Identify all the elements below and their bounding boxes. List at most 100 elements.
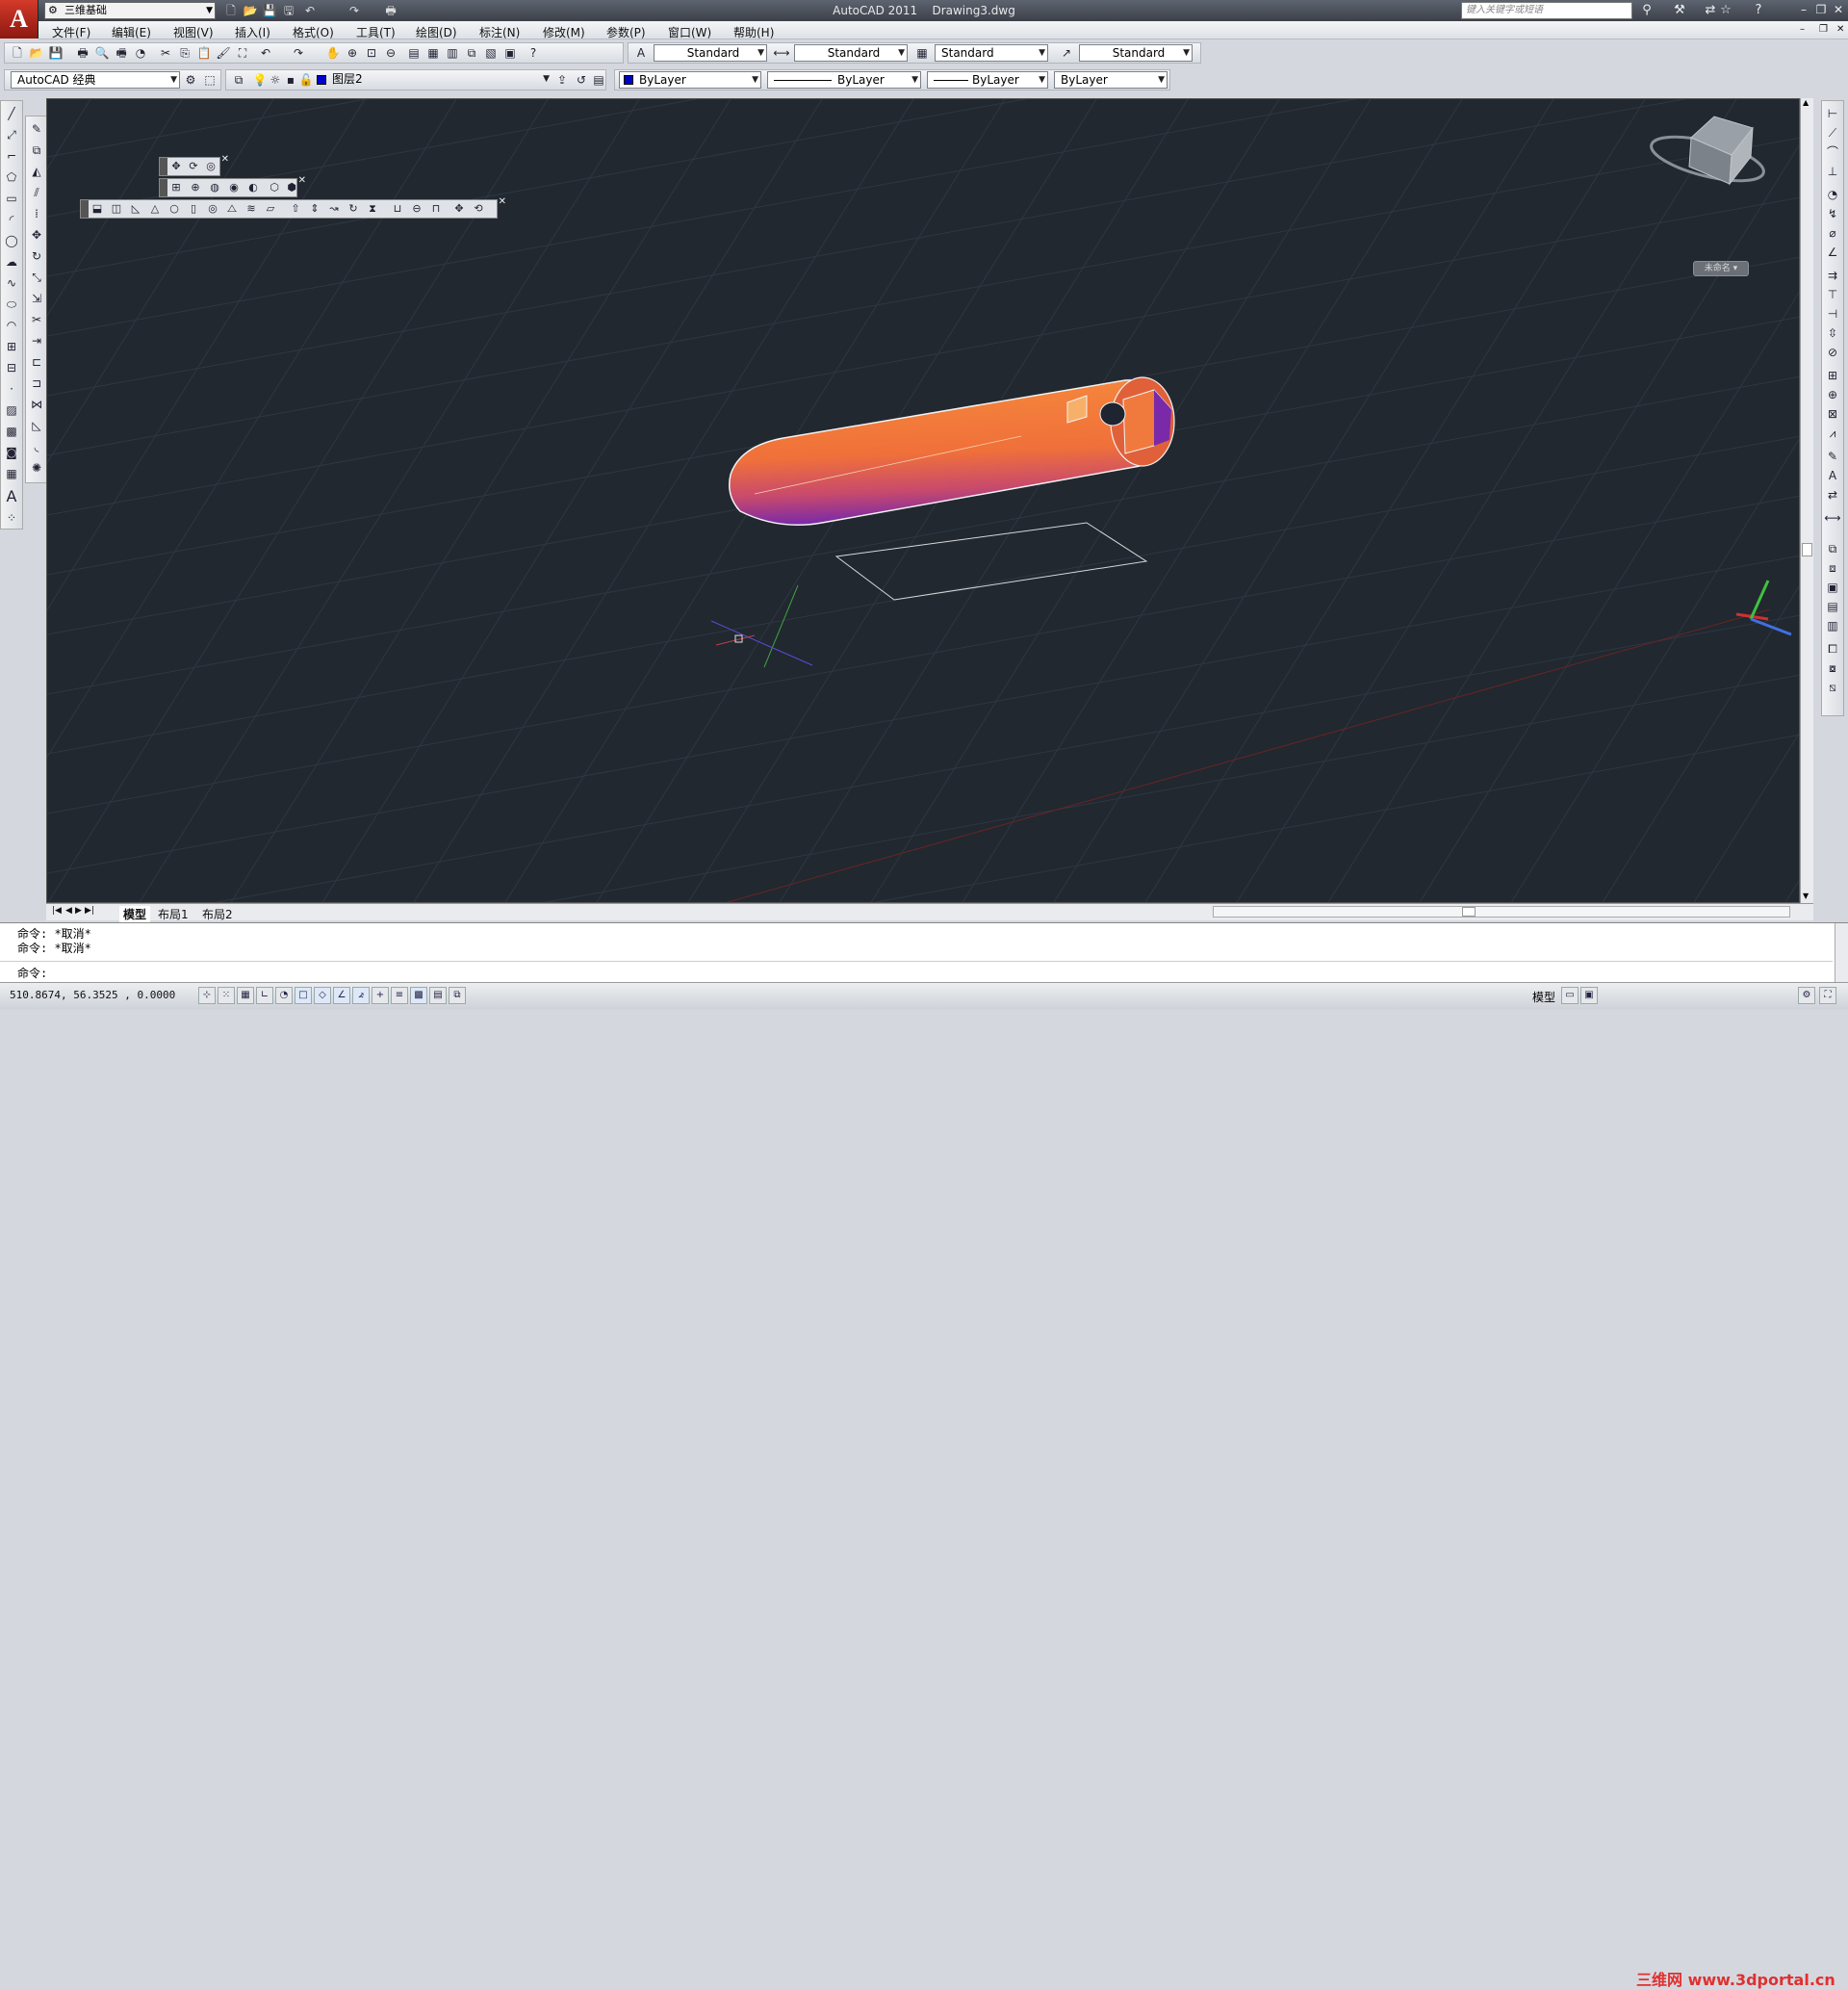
free-orbit-icon[interactable]: ◎: [202, 159, 219, 174]
tab-layout1[interactable]: 布局1: [158, 906, 189, 922]
sheet-set-icon[interactable]: ⧉: [463, 44, 480, 62]
layer-properties-icon[interactable]: ⧉: [230, 71, 247, 89]
table-icon[interactable]: ▦: [3, 465, 20, 482]
menu-tools[interactable]: 工具(T): [356, 24, 396, 40]
layer-state-icon[interactable]: ▤: [590, 71, 607, 89]
dynamic-input-icon[interactable]: +: [372, 987, 389, 1004]
horizontal-scrollbar[interactable]: [1213, 906, 1790, 917]
inspection-icon[interactable]: ⊠: [1824, 405, 1841, 423]
close-icon[interactable]: ✕: [221, 154, 229, 165]
menu-view[interactable]: 视图(V): [173, 24, 214, 40]
design-center-icon[interactable]: ▦: [424, 44, 442, 62]
quick-view-drawings-icon[interactable]: ▣: [1580, 987, 1598, 1004]
redo-icon[interactable]: ↷: [290, 44, 307, 62]
rectangle-icon[interactable]: ▭: [3, 190, 20, 207]
hidden-icon[interactable]: ◍: [206, 180, 223, 195]
polar-tracking-icon[interactable]: ◔: [275, 987, 293, 1004]
tab-model[interactable]: 模型: [119, 906, 151, 922]
presspull-icon[interactable]: ⇕: [306, 201, 323, 217]
insert-block-icon[interactable]: ⊞: [3, 338, 20, 355]
doc-minimize-icon[interactable]: –: [1800, 24, 1805, 35]
aligned-dim-icon[interactable]: ⟋: [1824, 124, 1841, 142]
construction-line-icon[interactable]: ⤢: [3, 126, 20, 143]
point-icon[interactable]: ·: [3, 380, 20, 398]
mleader-style-icon[interactable]: ↗: [1058, 44, 1075, 62]
layer-lock-icon[interactable]: ⧠: [1824, 640, 1841, 658]
dynamic-ucs-icon[interactable]: ⦨: [352, 987, 370, 1004]
ordinate-dim-icon[interactable]: ⊥: [1824, 163, 1841, 180]
cylinder-icon[interactable]: ▯: [185, 201, 202, 217]
extrude-icon[interactable]: ⇧: [287, 201, 304, 217]
grid-display-icon[interactable]: ▦: [237, 987, 254, 1004]
save-icon[interactable]: 💾: [47, 44, 64, 62]
redo-icon[interactable]: ↷: [346, 3, 362, 18]
doc-close-icon[interactable]: ✕: [1836, 24, 1844, 35]
preview-icon[interactable]: 🔍: [93, 44, 111, 62]
lineweight-toggle-icon[interactable]: ≡: [391, 987, 408, 1004]
help-icon[interactable]: ?: [1750, 2, 1767, 19]
object-snap-icon[interactable]: □: [295, 987, 312, 1004]
object-snap-tracking-icon[interactable]: ∠: [333, 987, 350, 1004]
spline-icon[interactable]: ∿: [3, 274, 20, 292]
subtract-icon[interactable]: ⊖: [408, 201, 425, 217]
arc-icon[interactable]: ◜: [3, 211, 20, 228]
trim-icon[interactable]: ✂: [28, 311, 45, 328]
polygon-icon[interactable]: ⬠: [3, 168, 20, 186]
tab-layout2[interactable]: 布局2: [202, 906, 233, 922]
revolve-icon[interactable]: ↻: [345, 201, 362, 217]
dim-style-icon[interactable]: ⟷: [1824, 509, 1841, 527]
union-icon[interactable]: ⊔: [389, 201, 406, 217]
table-style-icon[interactable]: ▦: [913, 44, 931, 62]
workspace-settings-icon[interactable]: ⚙: [182, 71, 199, 89]
cone-icon[interactable]: △: [146, 201, 164, 217]
snap-mode-icon[interactable]: ⁙: [218, 987, 235, 1004]
baseline-dim-icon[interactable]: ⊤: [1824, 286, 1841, 303]
new-file-icon[interactable]: 🗋: [223, 3, 239, 18]
save-icon[interactable]: 💾: [262, 3, 277, 18]
menu-modify[interactable]: 修改(M): [543, 24, 585, 40]
infer-constraints-icon[interactable]: ⊹: [198, 987, 216, 1004]
transparency-icon[interactable]: ▩: [410, 987, 427, 1004]
jogged-dim-icon[interactable]: ↯: [1824, 205, 1841, 222]
dim-update-icon[interactable]: ⇄: [1824, 486, 1841, 504]
realistic-icon[interactable]: ◉: [225, 180, 243, 195]
properties-icon[interactable]: ▤: [405, 44, 423, 62]
layer-previous-icon[interactable]: ↺: [573, 71, 590, 89]
scroll-down-icon[interactable]: ▼: [1803, 892, 1809, 900]
plotstyle-combo[interactable]: ByLayer ▼: [1054, 71, 1168, 89]
viewcube[interactable]: [1647, 116, 1767, 190]
array-icon[interactable]: ⁞: [28, 205, 45, 222]
print-icon[interactable]: 🖶: [74, 44, 91, 62]
conceptual-icon[interactable]: ◐: [244, 180, 262, 195]
help-icon[interactable]: ?: [525, 44, 542, 62]
polyline-icon[interactable]: ⌐: [3, 147, 20, 165]
text-style-icon[interactable]: A: [632, 44, 650, 62]
dim-edit-icon[interactable]: ✎: [1824, 448, 1841, 465]
ellipse-icon[interactable]: ⬭: [3, 296, 20, 313]
copy-object-icon[interactable]: ⧉: [28, 142, 45, 159]
match-properties-icon[interactable]: 🖌: [215, 44, 232, 62]
linear-dim-icon[interactable]: ⊢: [1824, 105, 1841, 122]
workspace-switching-icon[interactable]: ⚙: [1798, 987, 1815, 1004]
quick-dim-icon[interactable]: ⇉: [1824, 267, 1841, 284]
linetype-combo[interactable]: ByLayer ▼: [767, 71, 921, 89]
restore-icon[interactable]: ❐: [1813, 2, 1829, 17]
toolbar-grip[interactable]: [81, 200, 89, 218]
binoculars-icon[interactable]: ⚲: [1638, 2, 1656, 19]
explode-icon[interactable]: ✺: [28, 459, 45, 477]
text-style-combo[interactable]: Standard ▼: [654, 44, 767, 62]
box-icon[interactable]: ◫: [108, 201, 125, 217]
menu-format[interactable]: 格式(O): [293, 24, 334, 40]
markup-icon[interactable]: ▧: [482, 44, 500, 62]
angular-dim-icon[interactable]: ∠: [1824, 244, 1841, 261]
circle-icon[interactable]: ◯: [3, 232, 20, 249]
ellipse-arc-icon[interactable]: ◠: [3, 317, 20, 334]
torus-icon[interactable]: ◎: [204, 201, 221, 217]
menu-parametric[interactable]: 参数(P): [606, 24, 646, 40]
cylinder-solid[interactable]: [729, 379, 1175, 527]
paste-icon[interactable]: 📋: [195, 44, 213, 62]
scroll-thumb[interactable]: [1802, 543, 1812, 556]
dim-text-edit-icon[interactable]: A: [1824, 467, 1841, 484]
close-icon[interactable]: ✕: [499, 196, 506, 207]
add-selected-icon[interactable]: ⁘: [3, 509, 20, 527]
